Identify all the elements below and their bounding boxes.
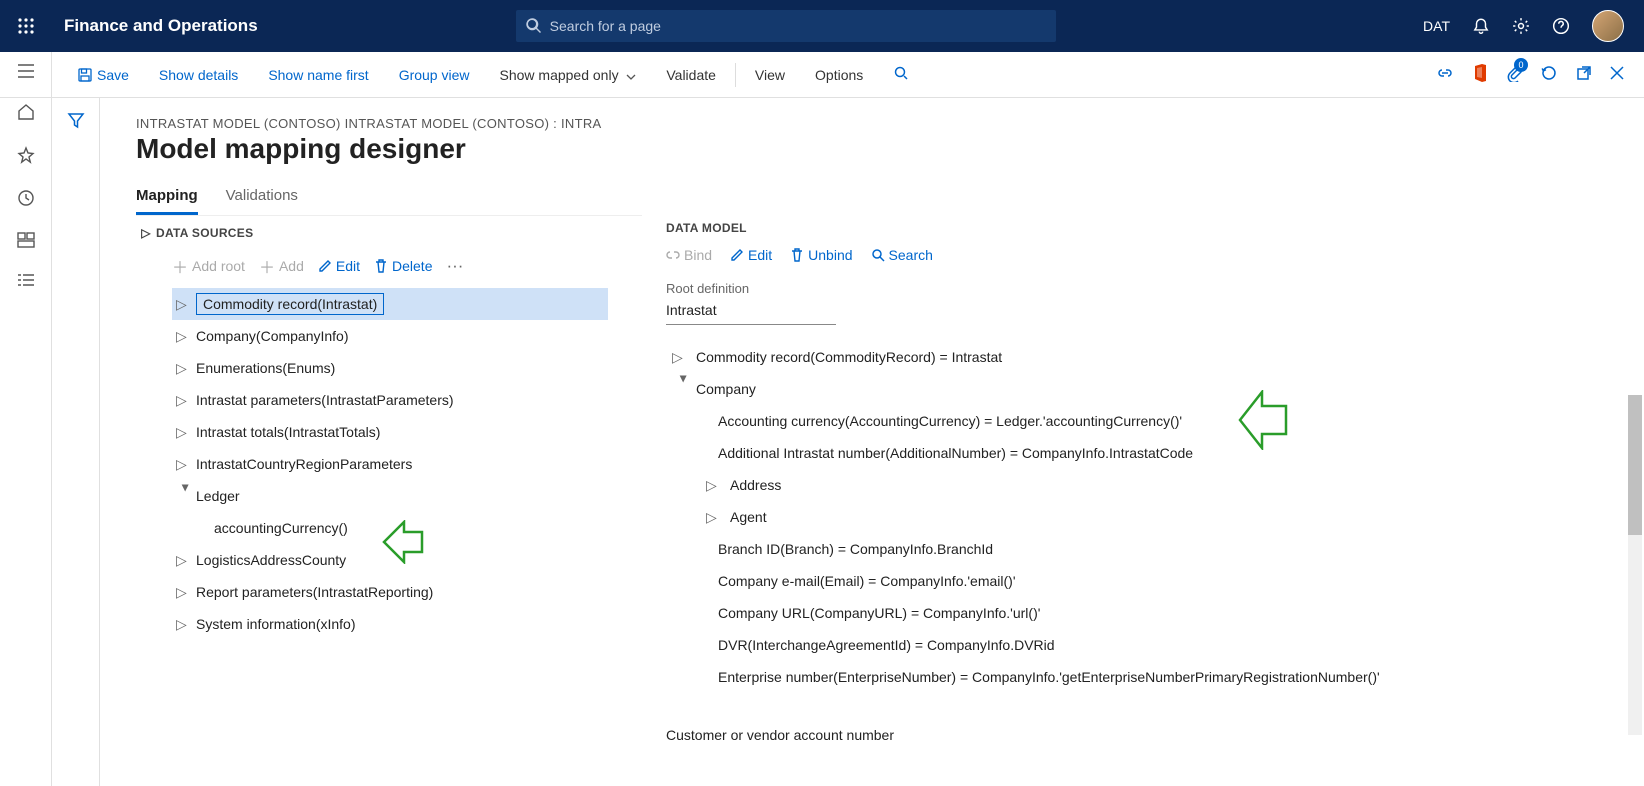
find-icon[interactable] <box>878 65 924 84</box>
link-icon <box>666 249 680 261</box>
tree-item[interactable]: ▷System information(xInfo) <box>172 608 642 640</box>
tree-item[interactable]: ▷Intrastat parameters(IntrastatParameter… <box>172 384 642 416</box>
add-root-button: ＋Add root <box>172 254 245 278</box>
group-view-button[interactable]: Group view <box>384 67 485 83</box>
popout-icon[interactable] <box>1576 65 1592 84</box>
tree-item-commodity-record[interactable]: ▷Commodity record(Intrastat) <box>172 288 608 320</box>
dm-item[interactable]: ▷Agent <box>666 501 1632 533</box>
attachment-badge: 0 <box>1514 58 1528 72</box>
search-input[interactable] <box>542 18 1046 34</box>
root-definition-value[interactable]: Intrastat <box>666 298 836 325</box>
link-icon[interactable] <box>1436 66 1454 83</box>
trash-icon <box>790 248 804 262</box>
edit-button[interactable]: Edit <box>318 258 360 274</box>
root-definition-label: Root definition <box>666 281 1644 296</box>
view-menu[interactable]: View <box>740 67 800 83</box>
tab-validations[interactable]: Validations <box>226 187 298 215</box>
attachment-icon[interactable]: 0 <box>1506 64 1522 85</box>
close-icon[interactable] <box>1610 66 1624 83</box>
dm-edit-button[interactable]: Edit <box>730 247 772 263</box>
dm-search-button[interactable]: Search <box>871 247 933 263</box>
bell-icon[interactable] <box>1472 17 1490 35</box>
chevron-down-icon <box>626 74 636 80</box>
save-button[interactable]: Save <box>62 67 144 83</box>
breadcrumb: INTRASTAT MODEL (CONTOSO) INTRASTAT MODE… <box>136 116 1644 131</box>
search-icon <box>871 248 885 262</box>
workspace-icon[interactable] <box>17 232 35 253</box>
dm-item-company[interactable]: ▸Company <box>666 373 1632 405</box>
search-icon <box>526 18 542 34</box>
star-icon[interactable] <box>17 146 35 169</box>
hamburger-icon[interactable] <box>17 64 35 83</box>
tree-item-ledger[interactable]: ▸Ledger <box>172 480 642 512</box>
help-icon[interactable] <box>1552 17 1570 35</box>
unbind-button[interactable]: Unbind <box>790 247 852 263</box>
tab-strip: Mapping Validations <box>136 187 1644 215</box>
delete-button[interactable]: Delete <box>374 258 432 274</box>
dm-item[interactable]: Enterprise number(EnterpriseNumber) = Co… <box>666 661 1632 691</box>
data-model-header: DATA MODEL <box>666 221 1644 235</box>
user-avatar[interactable] <box>1592 10 1624 42</box>
more-icon[interactable]: ··· <box>446 256 463 276</box>
dm-item[interactable]: ▷Address <box>666 469 1632 501</box>
dm-item[interactable]: Accounting currency(AccountingCurrency) … <box>666 405 1632 437</box>
funnel-icon[interactable] <box>67 112 85 786</box>
tree-item[interactable]: ▷Company(CompanyInfo) <box>172 320 642 352</box>
pencil-icon <box>318 259 332 273</box>
app-title: Finance and Operations <box>52 16 258 36</box>
scrollbar[interactable] <box>1628 395 1642 735</box>
home-icon[interactable] <box>17 103 35 126</box>
data-sources-tree: ▷Commodity record(Intrastat) ▷Company(Co… <box>136 288 642 640</box>
dm-item[interactable]: Company e-mail(Email) = CompanyInfo.'ema… <box>666 565 1632 597</box>
add-button: ＋Add <box>259 254 304 278</box>
tree-item-accounting-currency[interactable]: accountingCurrency() <box>172 512 642 544</box>
tree-item[interactable]: ▷Report parameters(IntrastatReporting) <box>172 576 642 608</box>
validate-button[interactable]: Validate <box>651 67 731 83</box>
tree-item[interactable]: ▷Intrastat totals(IntrastatTotals) <box>172 416 642 448</box>
options-menu[interactable]: Options <box>800 67 878 83</box>
save-icon <box>77 67 93 83</box>
data-sources-header[interactable]: ▷ DATA SOURCES <box>136 215 642 248</box>
show-details-button[interactable]: Show details <box>144 67 253 83</box>
command-bar: Save Show details Show name first Group … <box>0 52 1644 98</box>
office-icon[interactable] <box>1472 64 1488 85</box>
refresh-icon[interactable] <box>1540 64 1558 85</box>
show-name-first-button[interactable]: Show name first <box>253 67 383 83</box>
bind-button: Bind <box>666 247 712 263</box>
pencil-icon <box>730 248 744 262</box>
modules-icon[interactable] <box>17 273 35 292</box>
tree-item[interactable]: ▷LogisticsAddressCounty <box>172 544 642 576</box>
dm-item[interactable]: Additional Intrastat number(AdditionalNu… <box>666 437 1632 469</box>
status-footer: Customer or vendor account number <box>666 727 1644 743</box>
gear-icon[interactable] <box>1512 17 1530 35</box>
global-header: Finance and Operations DAT <box>0 0 1644 52</box>
data-model-tree: ▷Commodity record(CommodityRecord) = Int… <box>666 341 1644 691</box>
global-search[interactable] <box>516 10 1056 42</box>
dm-item[interactable]: DVR(InterchangeAgreementId) = CompanyInf… <box>666 629 1632 661</box>
dm-item[interactable]: ▷Commodity record(CommodityRecord) = Int… <box>666 341 1632 373</box>
filter-rail <box>52 98 100 786</box>
company-code[interactable]: DAT <box>1423 18 1450 34</box>
clock-icon[interactable] <box>17 189 35 212</box>
show-mapped-only-dropdown[interactable]: Show mapped only <box>485 67 652 83</box>
dm-item[interactable]: Branch ID(Branch) = CompanyInfo.BranchId <box>666 533 1632 565</box>
tab-mapping[interactable]: Mapping <box>136 187 198 215</box>
tree-item[interactable]: ▷IntrastatCountryRegionParameters <box>172 448 642 480</box>
tree-item[interactable]: ▷Enumerations(Enums) <box>172 352 642 384</box>
app-launcher-icon[interactable] <box>0 18 52 34</box>
left-nav-rail <box>0 52 52 786</box>
trash-icon <box>374 259 388 273</box>
page-title: Model mapping designer <box>136 133 1644 165</box>
dm-item[interactable]: Company URL(CompanyURL) = CompanyInfo.'u… <box>666 597 1632 629</box>
